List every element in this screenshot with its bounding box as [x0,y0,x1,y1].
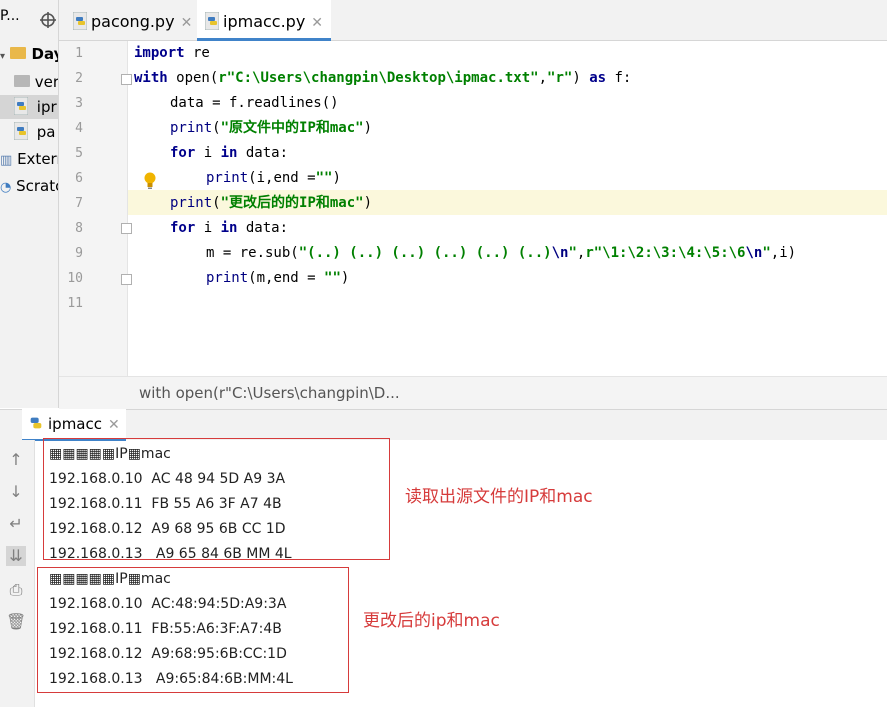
run-tab-ipmacc[interactable]: ipmacc ✕ [22,409,126,441]
close-icon[interactable]: ✕ [108,417,120,433]
code-line-6[interactable]: print(i,end ="") [206,166,341,191]
fold-marker-icon[interactable] [121,74,132,85]
soft-wrap-icon[interactable]: ↵ [6,514,26,534]
line-number: 8 [75,221,83,236]
tab-ipmacc[interactable]: ipmacc.py ✕ [197,0,332,41]
python-file-icon [73,11,87,30]
project-panel: P... ▾ Day4 ver ipr pa ▥ Extern ◔ [0,0,59,408]
code-line-9[interactable]: m = re.sub("(..) (..) (..) (..) (..) (..… [206,241,796,266]
tree-item-scratches[interactable]: ◔ Scratc [0,174,58,198]
code-line-4[interactable]: print("原文件中的IP和mac") [170,116,372,141]
run-toolbar: ↑ ↓ ↵ ⇊ ⎙ 🗑 [0,440,35,707]
up-arrow-icon[interactable]: ↑ [6,450,26,470]
tree-root-day4[interactable]: ▾ Day4 [0,42,58,66]
lightbulb-icon[interactable] [143,172,157,190]
tree-item-pacong[interactable]: pa [14,120,56,144]
scratch-icon: ◔ [0,180,12,195]
line-number: 3 [75,96,83,111]
print-icon[interactable]: ⎙ [6,580,26,600]
python-icon [30,417,42,428]
python-file-icon [205,11,219,30]
down-arrow-icon[interactable]: ↓ [6,482,26,502]
project-view-selector[interactable]: P... [0,8,20,24]
code-line-7[interactable]: print("更改后的的IP和mac") [170,191,372,216]
close-icon[interactable]: ✕ [311,15,323,31]
close-icon[interactable]: ✕ [181,15,193,31]
python-file-icon [14,96,28,115]
scroll-to-end-icon[interactable]: ⇊ [6,546,26,566]
run-tool-window-header [0,409,887,440]
target-icon[interactable] [40,12,56,28]
python-file-icon [14,121,28,140]
tab-pacong[interactable]: pacong.py ✕ [65,0,200,40]
tree-item-external-libraries[interactable]: ▥ Extern [0,147,58,171]
code-line-2[interactable]: with open(r"C:\Users\changpin\Desktop\ip… [134,66,631,91]
line-number: 11 [67,296,83,311]
annotation-box-modified [37,567,349,693]
line-number: 5 [75,146,83,161]
code-line-8[interactable]: for i in data: [170,216,288,241]
folder-icon [14,74,30,87]
editor-tab-bar: pacong.py ✕ ipmacc.py ✕ [59,0,887,41]
line-number: 10 [67,271,83,286]
annotation-original-label: 读取出源文件的IP和mac [405,487,593,507]
code-line-10[interactable]: print(m,end = "") [206,266,349,291]
line-number: 7 [75,196,83,211]
line-number: 9 [75,246,83,261]
library-icon: ▥ [0,153,13,168]
code-line-1[interactable]: import re [134,41,210,66]
line-number: 6 [75,171,83,186]
line-number: 2 [75,71,83,86]
line-number: 4 [75,121,83,136]
tree-item-ipmacc[interactable]: ipr [0,95,58,119]
breadcrumb[interactable]: with open(r"C:\Users\changpin\D... [59,376,887,409]
code-line-5[interactable]: for i in data: [170,141,288,166]
fold-marker-icon[interactable] [121,274,132,285]
folder-icon [10,46,27,59]
annotation-box-original [43,438,390,560]
annotation-modified-label: 更改后的ip和mac [363,611,500,631]
trash-icon[interactable]: 🗑 [6,612,26,632]
tree-item-venv[interactable]: ver [14,70,58,94]
fold-marker-icon[interactable] [121,223,132,234]
code-line-3[interactable]: data = f.readlines() [170,91,339,116]
expand-arrow-icon: ▾ [0,51,6,62]
line-number: 1 [75,46,83,61]
